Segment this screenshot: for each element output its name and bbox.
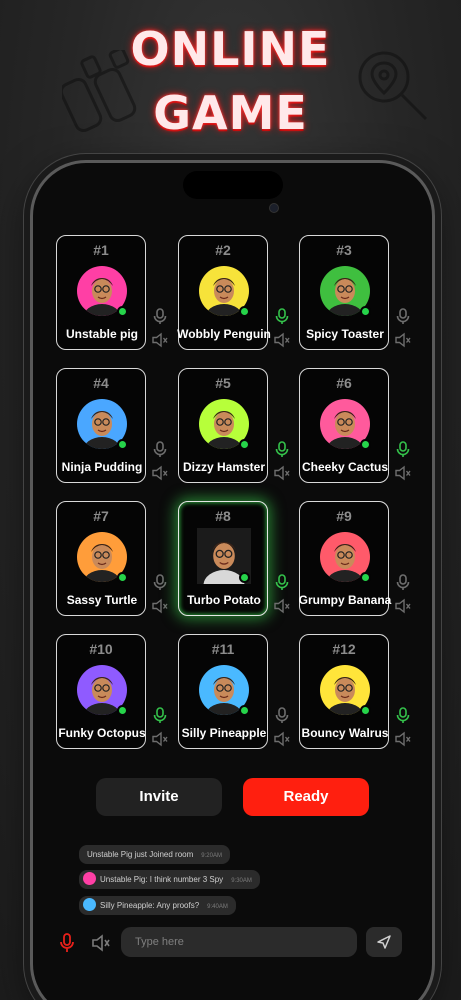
mic-active-icon[interactable] [274, 441, 290, 457]
chat-message-system: Unstable Pig just Joined room 9:20AM [79, 845, 230, 864]
player-number: #3 [336, 242, 352, 258]
mic-icon[interactable] [274, 707, 290, 723]
player-card-9[interactable]: #9 Grumpy Banana [299, 501, 391, 616]
player-card-8[interactable]: #8 Turbo Potato [178, 501, 268, 616]
player-card-5[interactable]: #5 Dizzy Hamster [178, 368, 268, 483]
invite-button[interactable]: Invite [96, 778, 222, 816]
player-name: Grumpy Banana [298, 593, 392, 607]
online-status-dot [239, 572, 250, 583]
online-status-dot [117, 439, 128, 450]
chat-message: Silly Pineapple: Any proofs? 9:40AM [79, 896, 236, 915]
speaker-muted-icon[interactable] [152, 598, 168, 614]
mic-icon[interactable] [395, 574, 411, 590]
player-name: Funky Octopus [58, 726, 146, 740]
player-number: #6 [336, 375, 352, 391]
player-number: #4 [93, 375, 109, 391]
mic-icon[interactable] [152, 441, 168, 457]
player-name: Ninja Pudding [61, 460, 143, 474]
player-number: #9 [336, 508, 352, 524]
player-number: #7 [93, 508, 109, 524]
player-number: #2 [215, 242, 231, 258]
avatar [83, 872, 96, 886]
player-card-4[interactable]: #4 Ninja Pudding [56, 368, 146, 483]
chat-message-time: 9:20AM [201, 853, 222, 859]
speaker-muted-icon[interactable] [274, 731, 290, 747]
player-number: #10 [89, 641, 113, 657]
player-name: Cheeky Cactus [301, 460, 389, 474]
chat-message-text: Unstable Pig: I think number 3 Spy [100, 875, 224, 884]
player-number: #1 [93, 242, 109, 258]
mic-active-icon[interactable] [274, 574, 290, 590]
dynamic-island [183, 171, 283, 199]
mic-icon[interactable] [152, 308, 168, 324]
mic-active-icon[interactable] [395, 707, 411, 723]
online-status-dot [239, 705, 250, 716]
online-status-dot [117, 306, 128, 317]
chat-message-text: Silly Pineapple: Any proofs? [100, 901, 200, 910]
mic-active-icon[interactable] [274, 308, 290, 324]
binoculars-icon [62, 50, 137, 133]
mic-active-icon[interactable] [152, 707, 168, 723]
player-card-7[interactable]: #7 Sassy Turtle [56, 501, 146, 616]
player-name: Wobbly Penguin [177, 327, 271, 341]
chat-message-text: Unstable Pig just Joined room [87, 850, 194, 859]
speaker-muted-icon[interactable] [152, 332, 168, 348]
send-icon [377, 935, 391, 949]
speaker-muted-icon[interactable] [274, 465, 290, 481]
speaker-muted-icon[interactable] [274, 332, 290, 348]
speaker-muted-icon[interactable] [274, 598, 290, 614]
avatar [83, 898, 96, 912]
player-number: #12 [332, 641, 356, 657]
player-name: Sassy Turtle [66, 593, 138, 607]
player-card-10[interactable]: #10 Funky Octopus [56, 634, 146, 749]
send-button[interactable] [366, 927, 402, 957]
online-status-dot [239, 439, 250, 450]
mic-active-icon[interactable] [395, 441, 411, 457]
speaker-muted-icon[interactable] [152, 731, 168, 747]
search-location-icon [358, 51, 428, 121]
player-name: Turbo Potato [187, 593, 261, 607]
player-name: Dizzy Hamster [182, 460, 266, 474]
mic-icon[interactable] [152, 574, 168, 590]
player-card-1[interactable]: #1 Unstable pig [56, 235, 146, 350]
player-name: Unstable pig [65, 327, 138, 341]
online-status-dot [117, 572, 128, 583]
player-number: #8 [215, 508, 231, 524]
speaker-muted-icon[interactable] [395, 465, 411, 481]
online-status-dot [360, 705, 371, 716]
online-status-dot [360, 572, 371, 583]
player-number: #11 [211, 641, 235, 657]
chat-input[interactable]: Type here [121, 927, 357, 957]
speaker-muted-icon[interactable] [152, 465, 168, 481]
speaker-muted-icon[interactable] [395, 332, 411, 348]
camera-lens [269, 203, 279, 213]
player-card-11[interactable]: #11 Silly Pineapple [178, 634, 268, 749]
player-card-2[interactable]: #2 Wobbly Penguin [177, 235, 271, 350]
player-name: Bouncy Walrus [301, 726, 389, 740]
online-status-dot [360, 439, 371, 450]
speaker-muted-icon[interactable] [395, 598, 411, 614]
speaker-muted-icon[interactable] [91, 934, 111, 952]
ready-button[interactable]: Ready [243, 778, 369, 816]
online-status-dot [239, 306, 250, 317]
player-card-6[interactable]: #6 Cheeky Cactus [299, 368, 389, 483]
speaker-muted-icon[interactable] [395, 731, 411, 747]
online-status-dot [360, 306, 371, 317]
player-number: #5 [215, 375, 231, 391]
online-status-dot [117, 705, 128, 716]
player-name: Spicy Toaster [306, 327, 384, 341]
mic-icon[interactable] [58, 933, 76, 953]
phone-frame: #1 Unstable pig #2 Wobbly Penguin #3 Spicy To… [30, 160, 435, 1000]
chat-message-time: 9:40AM [207, 904, 228, 910]
chat-message: Unstable Pig: I think number 3 Spy 9:30AM [79, 870, 260, 889]
mic-icon[interactable] [395, 308, 411, 324]
player-name: Silly Pineapple [181, 726, 267, 740]
player-card-12[interactable]: #12 Bouncy Walrus [299, 634, 389, 749]
chat-message-time: 9:30AM [231, 878, 252, 884]
player-card-3[interactable]: #3 Spicy Toaster [299, 235, 389, 350]
